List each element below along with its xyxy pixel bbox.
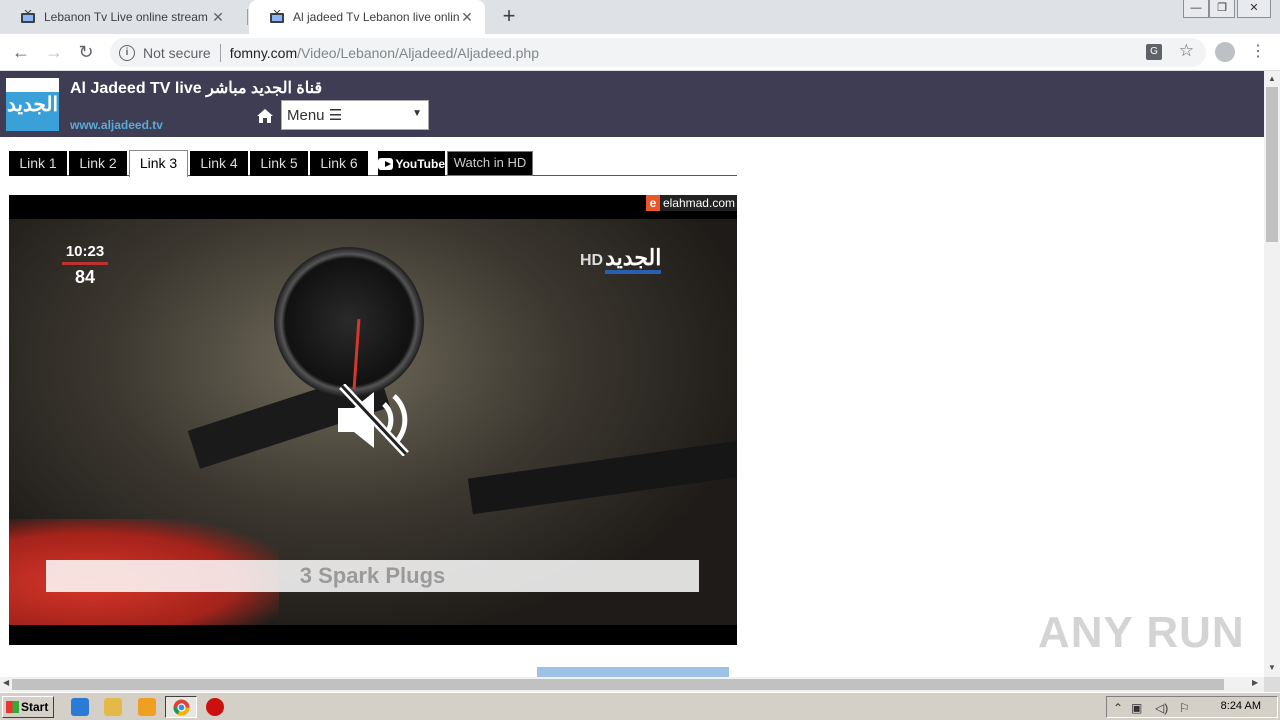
browser-tab-aljadeed[interactable]: Al jadeed Tv Lebanon live online stre ✕ [249,0,485,34]
show-hidden-icons-icon[interactable]: ⌃ [1113,701,1123,715]
bookmark-star-icon[interactable]: ☆ [1179,41,1194,61]
site-url-link[interactable]: www.aljadeed.tv [70,118,163,132]
video-player[interactable]: e elahmad.com 10:23 84 HDالجديد 3 Spark … [9,195,737,645]
browser-tab-lebanon[interactable]: Lebanon Tv Live online stream قنوات ✕ [0,0,236,34]
scroll-right-arrow-icon[interactable]: ▶ [1252,678,1258,687]
video-frame[interactable]: 10:23 84 HDالجديد 3 Spark Plugs [9,219,737,625]
elahmad-logo-icon: e [645,195,660,211]
volume-icon[interactable]: ◁) [1155,701,1168,715]
menu-dropdown[interactable]: Menu ☰ ▼ [281,100,429,130]
muted-speaker-icon[interactable] [336,384,412,456]
vertical-scroll-thumb[interactable] [1266,87,1278,242]
network-icon[interactable]: ▣ [1131,701,1142,715]
windows-taskbar: Start ⌃ ▣ ◁) ⚐ 8:24 AM [0,692,1280,720]
scroll-up-arrow-icon[interactable]: ▲ [1268,74,1276,83]
handlebar-right-shape [467,439,737,515]
url-domain: fomny.com [229,44,298,61]
security-label: Not secure [143,44,211,61]
osd-number: 84 [74,267,96,287]
start-label: Start [21,700,49,714]
url-path: /Video/Lebanon/Aljadeed/Aljadeed.php [297,44,539,61]
logo-text: الجديد [6,92,59,131]
restore-button[interactable]: ❐ [1209,0,1235,18]
link-5-button[interactable]: Link 5 [250,151,308,176]
link-4-button[interactable]: Link 4 [190,151,248,176]
chrome-taskbar-button[interactable] [165,696,197,718]
anyrun-watermark: ANY RUN [1038,608,1245,657]
youtube-button[interactable]: YouTube [378,151,445,176]
video-caption: 3 Spark Plugs [46,560,699,592]
youtube-label: YouTube [395,156,445,171]
osd-divider [62,262,108,265]
info-icon[interactable]: i [119,44,135,61]
link-2-button[interactable]: Link 2 [69,151,127,176]
scroll-left-arrow-icon[interactable]: ◀ [3,678,9,687]
address-bar[interactable]: i Not secure fomny.com/Video/Lebanon/Alj… [110,38,1206,67]
home-icon[interactable] [256,108,274,124]
elahmad-brand-link[interactable]: e elahmad.com [645,195,737,211]
menu-label: Menu ☰ [287,107,343,124]
back-arrow-icon[interactable]: ← [9,40,33,64]
browser-menu-icon[interactable]: ⋮ [1250,41,1266,61]
windows-logo-icon [6,701,19,713]
site-header: الجديد Al Jadeed TV live قناة الجديد مبا… [0,71,1264,137]
brand-text: elahmad.com [662,196,735,210]
close-window-button[interactable]: ✕ [1237,0,1271,18]
reload-icon[interactable]: ↻ [74,40,98,64]
link-1-button[interactable]: Link 1 [9,151,67,176]
vertical-scrollbar[interactable]: ▲ ▼ [1264,71,1280,677]
dropdown-caret-icon: ▼ [412,108,422,119]
media-player-icon[interactable] [138,698,156,716]
aljadeed-logo[interactable]: الجديد [6,78,59,131]
stream-links-bar: Link 1 Link 2 Link 3 Link 4 Link 5 Link … [9,150,737,177]
new-tab-button[interactable]: + [498,5,520,28]
link-6-button[interactable]: Link 6 [310,151,368,176]
channel-logo: HDالجديد [580,245,662,274]
tab-divider [247,9,248,25]
channel-name: الجديد [605,245,662,274]
profile-avatar-icon[interactable] [1215,42,1235,62]
internet-explorer-icon[interactable] [71,698,89,716]
page-viewport: الجديد Al Jadeed TV live قناة الجديد مبا… [0,71,1264,677]
scroll-down-arrow-icon[interactable]: ▼ [1268,663,1276,672]
horizontal-scrollbar[interactable]: ◀ ▶ [0,677,1264,692]
file-explorer-icon[interactable] [104,698,122,716]
browser-toolbar: ← → ↻ i Not secure fomny.com/Video/Leban… [0,34,1280,71]
start-button[interactable]: Start [2,696,54,718]
tv-icon [270,10,284,23]
osd-time-text: 10:23 [65,243,105,260]
tab-title: Al jadeed Tv Lebanon live online stre [293,10,459,24]
site-title: Al Jadeed TV live قناة الجديد مباشر [70,80,323,97]
tv-icon [21,10,35,23]
taskbar-clock[interactable]: 8:24 AM [1221,700,1261,712]
partial-blue-button[interactable] [537,667,729,677]
close-tab-icon[interactable]: ✕ [459,9,475,26]
watch-in-hd-button[interactable]: Watch in HD [447,151,533,176]
browser-tab-bar: Lebanon Tv Live online stream قنوات ✕ Al… [0,0,1280,34]
translate-icon[interactable]: G [1146,44,1162,60]
opera-icon[interactable] [206,698,224,716]
scrollbar-corner [1264,677,1280,692]
minimize-button[interactable]: — [1183,0,1209,18]
tachometer-shape [274,247,424,397]
osd-clock: 10:23 84 [62,243,108,288]
tab-title: Lebanon Tv Live online stream قنوات [44,10,210,24]
action-center-flag-icon[interactable]: ⚐ [1179,701,1190,715]
horizontal-scroll-thumb[interactable] [12,679,1224,690]
chrome-icon [173,699,190,716]
link-3-button[interactable]: Link 3 [129,150,188,177]
youtube-play-icon [378,157,394,170]
omnibox-divider [219,43,221,62]
forward-arrow-icon[interactable]: → [42,40,66,64]
channel-hd-label: HD [580,252,604,269]
close-tab-icon[interactable]: ✕ [210,9,226,26]
system-tray: ⌃ ▣ ◁) ⚐ 8:24 AM [1106,696,1278,718]
